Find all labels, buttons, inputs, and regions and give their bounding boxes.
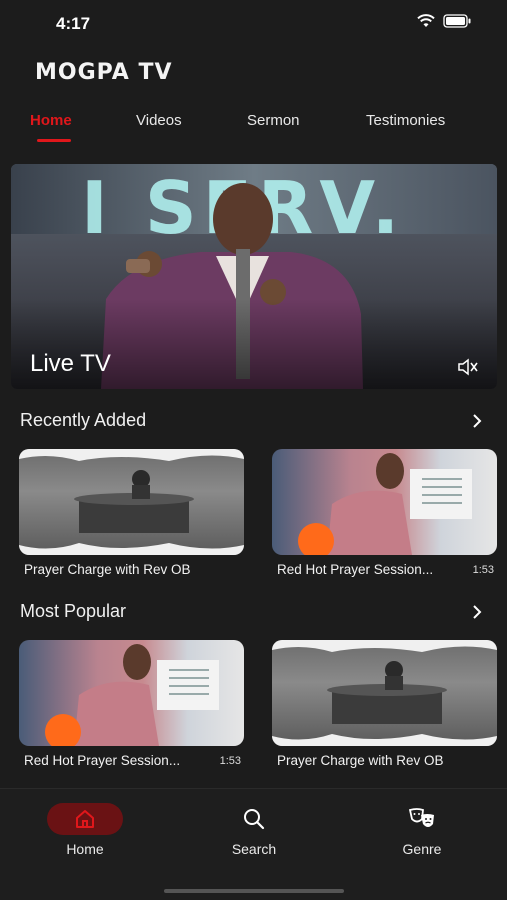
status-icons (417, 14, 471, 28)
hall-scene (272, 640, 497, 746)
nav-active-pill (47, 803, 123, 835)
tab-sermon[interactable]: Sermon (247, 112, 300, 129)
video-duration: 1:53 (219, 755, 241, 767)
video-title: Prayer Charge with Rev OB (277, 753, 444, 768)
nav-pill (216, 803, 292, 835)
video-thumbnail (19, 640, 244, 746)
battery-icon (443, 14, 471, 28)
hall-scene (19, 449, 244, 555)
video-card[interactable]: Prayer Charge with Rev OB (272, 640, 497, 768)
tab-home[interactable]: Home (30, 112, 72, 129)
video-card[interactable]: Red Hot Prayer Session... 1:53 (19, 640, 244, 768)
preacher-scene (45, 644, 219, 746)
nav-home[interactable]: Home (40, 803, 130, 857)
active-tab-indicator (37, 139, 71, 142)
video-thumbnail (272, 640, 497, 746)
video-thumbnail (272, 449, 497, 555)
nav-genre[interactable]: Genre (377, 803, 467, 857)
video-thumbnail (19, 449, 244, 555)
nav-label: Search (231, 841, 277, 857)
most-popular-header[interactable]: Most Popular (20, 601, 490, 625)
search-icon (244, 809, 265, 830)
video-title: Prayer Charge with Rev OB (24, 562, 191, 577)
video-card[interactable]: Prayer Charge with Rev OB (19, 449, 244, 577)
home-icon (76, 810, 94, 828)
app-title: MOGPA TV (35, 60, 173, 85)
speaker-mute-icon[interactable] (457, 357, 479, 377)
tab-testimonies[interactable]: Testimonies (366, 112, 445, 129)
video-title: Red Hot Prayer Session... (277, 562, 434, 577)
video-card[interactable]: Red Hot Prayer Session... 1:53 (272, 449, 497, 577)
live-tv-label: Live TV (30, 350, 111, 377)
preacher-scene (298, 453, 472, 555)
nav-label: Home (66, 841, 104, 857)
wifi-icon (417, 14, 435, 27)
theater-masks-icon (408, 808, 434, 827)
video-title: Red Hot Prayer Session... (24, 753, 181, 768)
home-indicator[interactable] (164, 889, 344, 893)
chevron-right-icon[interactable] (470, 604, 484, 620)
section-title: Recently Added (20, 410, 147, 430)
status-time: 4:17 (56, 14, 91, 33)
section-title: Most Popular (20, 601, 127, 621)
nav-search[interactable]: Search (209, 803, 299, 857)
bottom-nav: Home Search Genre (0, 788, 507, 900)
status-bar: 4:17 (0, 0, 507, 48)
video-duration: 1:53 (472, 564, 494, 576)
top-tabs: Home Videos Sermon Testimonies (0, 112, 507, 146)
chevron-right-icon[interactable] (470, 413, 484, 429)
nav-label: Genre (402, 841, 442, 857)
live-tv-player[interactable]: I SERV. Live TV (11, 164, 497, 389)
tab-videos[interactable]: Videos (136, 112, 182, 129)
recently-added-header[interactable]: Recently Added (20, 410, 490, 434)
nav-pill (384, 803, 460, 835)
